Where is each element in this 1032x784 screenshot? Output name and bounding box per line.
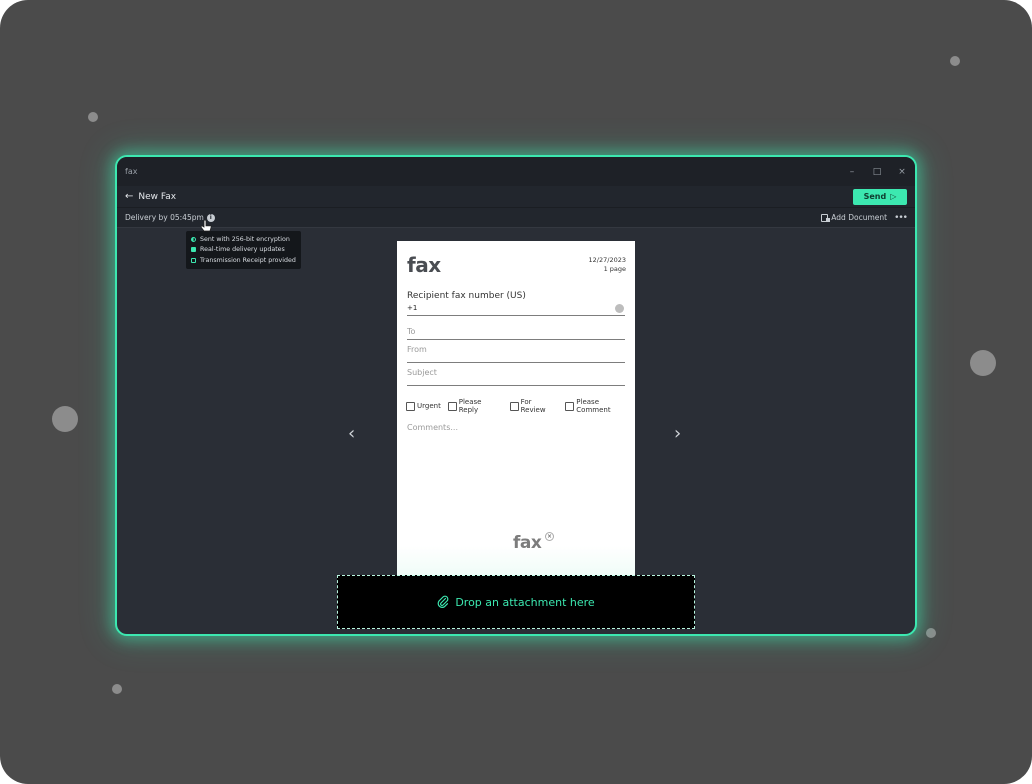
close-button[interactable]: × bbox=[897, 167, 907, 177]
urgent-checkbox[interactable]: Urgent bbox=[406, 398, 441, 414]
fax-logo: fax bbox=[407, 253, 441, 277]
receipt-icon bbox=[191, 257, 196, 263]
decor-dot bbox=[88, 112, 98, 122]
checkbox-box[interactable] bbox=[509, 401, 519, 411]
back-label: New Fax bbox=[138, 191, 177, 202]
checkbox-label: For Review bbox=[520, 398, 546, 414]
decor-dot bbox=[52, 406, 78, 432]
decor-dot bbox=[970, 350, 996, 376]
from-field[interactable]: From bbox=[407, 345, 625, 363]
comments-textarea[interactable]: Comments... bbox=[407, 423, 458, 432]
to-field[interactable]: To bbox=[407, 327, 625, 340]
please-comment-checkbox[interactable]: Please Comment bbox=[565, 398, 635, 414]
page-count: 1 page bbox=[603, 265, 626, 273]
checkbox-label: Please Comment bbox=[576, 398, 611, 414]
next-page-arrow[interactable]: › bbox=[674, 425, 681, 443]
tooltip-item: Sent with 256-bit encryption bbox=[191, 234, 296, 245]
tooltip-item-text: Sent with 256-bit encryption bbox=[200, 235, 290, 243]
checkbox-box[interactable] bbox=[565, 401, 575, 411]
add-document-button[interactable]: Add Document bbox=[821, 213, 887, 222]
previous-page-arrow[interactable]: ‹ bbox=[348, 425, 355, 443]
arrow-left-icon: ← bbox=[125, 191, 134, 202]
from-placeholder: From bbox=[407, 345, 427, 354]
send-button[interactable]: Send ▷ bbox=[853, 188, 907, 205]
document-meta: 12/27/2023 1 page bbox=[589, 256, 626, 274]
add-document-icon bbox=[821, 213, 831, 222]
header-bar: ← New Fax Send ▷ bbox=[117, 186, 915, 207]
decor-dot bbox=[112, 684, 122, 694]
checkbox-label: Urgent bbox=[417, 402, 441, 410]
recipient-fax-value: +1 bbox=[407, 304, 418, 312]
please-reply-checkbox[interactable]: Please Reply bbox=[447, 398, 503, 414]
app-title: fax bbox=[125, 167, 138, 176]
checkbox-label: Please Reply bbox=[458, 398, 482, 414]
delivery-text: Delivery by 05:45pm bbox=[125, 213, 204, 222]
document-actions: Add Document ••• bbox=[821, 213, 908, 223]
minimize-button[interactable]: – bbox=[847, 167, 857, 177]
subject-placeholder: Subject bbox=[407, 368, 437, 377]
contacts-icon[interactable] bbox=[615, 304, 624, 313]
decor-dot bbox=[926, 628, 936, 638]
decor-dot bbox=[950, 56, 960, 66]
checkbox-box[interactable] bbox=[406, 401, 415, 411]
fax-cover-page: fax 12/27/2023 1 page Recipient fax numb… bbox=[397, 241, 635, 586]
delivery-info-tooltip: Sent with 256-bit encryption Real-time d… bbox=[186, 231, 301, 269]
document-date: 12/27/2023 bbox=[588, 256, 626, 264]
checkbox-box[interactable] bbox=[447, 401, 457, 411]
window-controls: – □ × bbox=[847, 167, 907, 177]
tooltip-item-text: Real-time delivery updates bbox=[200, 246, 285, 254]
subject-field[interactable]: Subject bbox=[407, 368, 625, 386]
add-document-label: Add Document bbox=[831, 213, 888, 222]
tooltip-item-text: Transmission Receipt provided bbox=[200, 256, 296, 264]
hand-cursor-icon bbox=[200, 220, 212, 232]
dropzone-label: Drop an attachment here bbox=[455, 595, 595, 609]
remove-logo-icon[interactable]: × bbox=[545, 532, 554, 541]
title-bar: fax – □ × bbox=[117, 157, 915, 186]
encryption-icon bbox=[191, 236, 196, 242]
recipient-label: Recipient fax number (US) bbox=[407, 291, 526, 301]
sub-toolbar: Delivery by 05:45pm i Add Document ••• bbox=[117, 207, 915, 228]
for-review-checkbox[interactable]: For Review bbox=[509, 398, 559, 414]
send-icon: ▷ bbox=[890, 192, 897, 201]
fax-app-window: fax – □ × ← New Fax Send ▷ Delivery by 0… bbox=[115, 155, 917, 636]
back-button[interactable]: ← New Fax bbox=[125, 191, 176, 202]
background-stage: fax – □ × ← New Fax Send ▷ Delivery by 0… bbox=[0, 0, 1032, 784]
cover-options: Urgent Please Reply For Review Please Co… bbox=[406, 398, 635, 414]
recipient-fax-field[interactable]: +1 bbox=[407, 303, 625, 316]
attachment-dropzone[interactable]: Drop an attachment here bbox=[337, 575, 695, 629]
send-label: Send bbox=[863, 192, 887, 201]
tooltip-item: Transmission Receipt provided bbox=[191, 255, 296, 266]
updates-icon bbox=[191, 247, 196, 253]
maximize-button[interactable]: □ bbox=[872, 167, 882, 177]
paperclip-icon bbox=[437, 595, 449, 608]
tooltip-item: Real-time delivery updates bbox=[191, 245, 296, 256]
to-placeholder: To bbox=[407, 327, 416, 336]
more-options-button[interactable]: ••• bbox=[894, 213, 908, 223]
